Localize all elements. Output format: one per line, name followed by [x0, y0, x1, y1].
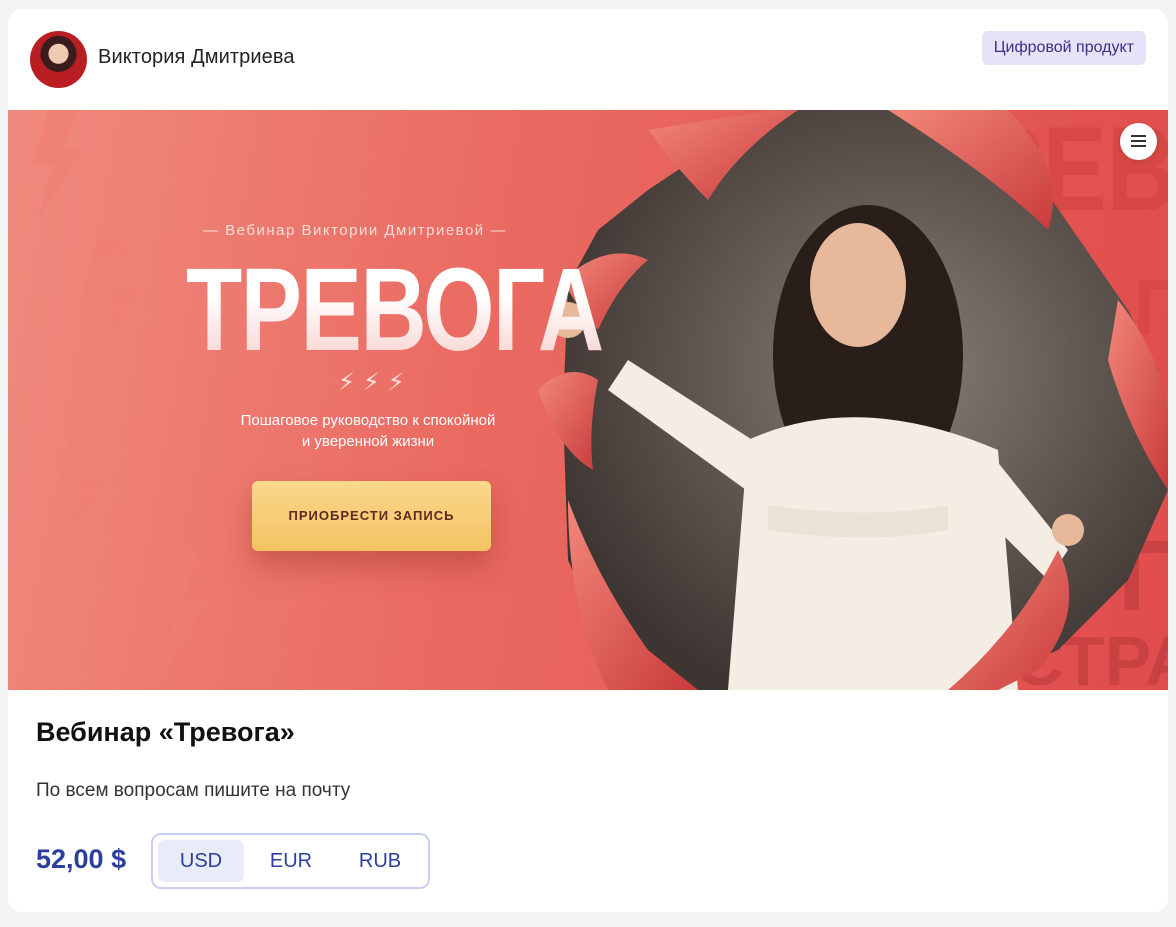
buy-recording-button[interactable]: ПРИОБРЕСТИ ЗАПИСЬ [252, 481, 491, 551]
banner-image: ТРЕВО П П СТРАХ [8, 110, 1168, 690]
lightning-icon: ⚡⚡⚡ [338, 369, 413, 396]
price: 52,00 $ [36, 844, 127, 874]
hamburger-icon[interactable] [1120, 123, 1157, 160]
product-title: Вебинар «Тревога» [36, 717, 295, 747]
currency-eur[interactable]: EUR [248, 840, 334, 882]
banner-artwork: ТРЕВО П П СТРАХ [33, 110, 1168, 690]
banner-title: ТРЕВОГА [186, 244, 604, 376]
product-card: Виктория Дмитриева Цифровой продукт П П … [8, 9, 1168, 912]
banner-subtitle: — Вебинар Виктории Дмитриевой — [203, 222, 507, 239]
banner-tagline: Пошаговое руководство к спокойной и увер… [240, 412, 496, 450]
product-description: По всем вопросам пишите на почту [36, 780, 351, 801]
author-name[interactable]: Виктория Дмитриева [98, 46, 295, 69]
lightning-pattern [33, 110, 208, 685]
currency-usd[interactable]: USD [158, 840, 244, 882]
avatar[interactable] [30, 31, 87, 88]
currency-rub[interactable]: RUB [337, 840, 423, 882]
currency-switch: USD EUR RUB [151, 833, 430, 889]
product-type-badge: Цифровой продукт [981, 31, 1146, 65]
header: Виктория Дмитриева Цифровой продукт [8, 9, 1168, 110]
